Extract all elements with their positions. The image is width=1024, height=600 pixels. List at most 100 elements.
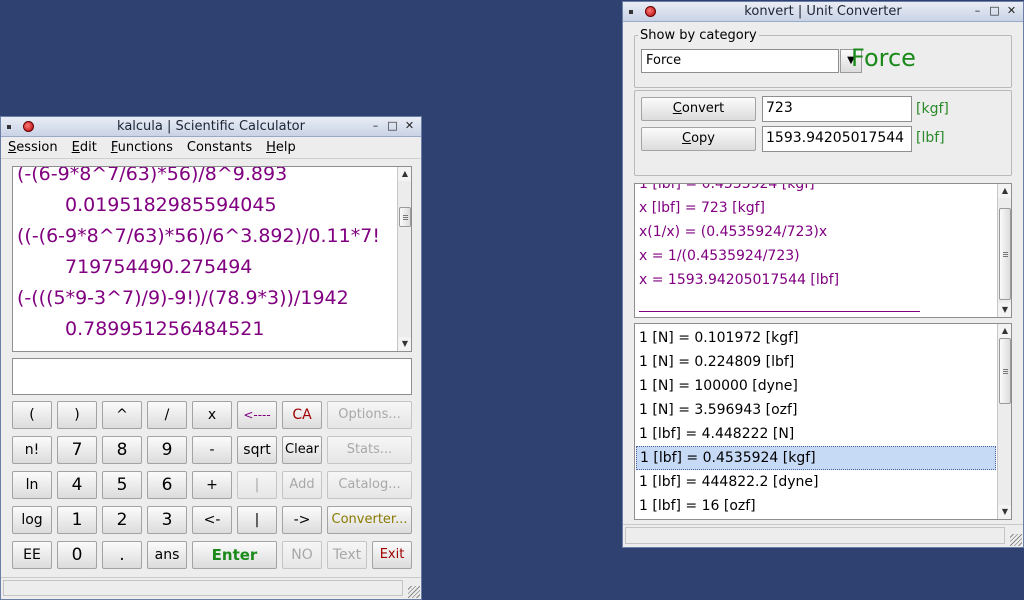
key-backspace[interactable]: <---- <box>237 401 277 429</box>
key-add[interactable]: Add <box>282 471 322 499</box>
key-8[interactable]: 8 <box>102 436 142 464</box>
scroll-down-icon[interactable]: ▼ <box>998 303 1011 317</box>
log-line: x(1/x) = (0.4535924/723)x <box>639 224 828 240</box>
conversion-list[interactable]: 1 [N] = 0.101972 [kgf] 1 [N] = 0.224809 … <box>634 323 1012 520</box>
list-item[interactable]: 1 [lbf] = 444822.2 [dyne] <box>636 470 1010 494</box>
list-scrollbar[interactable]: ▲ ▼ <box>997 324 1011 519</box>
window-menu-icon[interactable] <box>629 9 633 14</box>
key-pipe-disabled[interactable]: | <box>237 471 277 499</box>
category-select-value: Force <box>646 53 682 68</box>
resize-grip-icon[interactable] <box>408 586 420 598</box>
status-field <box>3 580 403 596</box>
window-menu-icon[interactable] <box>7 124 11 129</box>
convert-input[interactable]: 723 <box>762 96 912 122</box>
stats-button[interactable]: Stats... <box>327 436 412 464</box>
key-left-arrow[interactable]: <- <box>192 506 232 534</box>
key-9[interactable]: 9 <box>147 436 187 464</box>
calculator-titlebar[interactable]: kalcula | Scientific Calculator – □ ✕ <box>1 117 421 137</box>
scroll-down-icon[interactable]: ▼ <box>998 505 1011 519</box>
menu-edit[interactable]: Edit <box>65 140 104 155</box>
key-multiply[interactable]: x <box>192 401 232 429</box>
key-right-arrow[interactable]: -> <box>282 506 322 534</box>
scroll-thumb[interactable] <box>999 208 1011 300</box>
key-factorial[interactable]: n! <box>12 436 52 464</box>
key-open-paren[interactable]: ( <box>12 401 52 429</box>
scroll-down-icon[interactable]: ▼ <box>398 337 411 351</box>
key-6[interactable]: 6 <box>147 471 187 499</box>
close-icon[interactable]: ✕ <box>1006 5 1017 17</box>
history-line: ((-(6-9*8^7/63)*56)/6^3.892)/0.11*7! <box>17 225 380 247</box>
list-item[interactable]: 1 [N] = 3.596943 [ozf] <box>636 398 1010 422</box>
minimize-icon[interactable]: – <box>972 5 983 17</box>
key-1[interactable]: 1 <box>57 506 97 534</box>
key-clear-all[interactable]: CA <box>282 401 322 429</box>
key-sqrt[interactable]: sqrt <box>237 436 277 464</box>
key-4[interactable]: 4 <box>57 471 97 499</box>
key-0[interactable]: 0 <box>57 541 97 569</box>
history-result: 0.789951256484521 <box>65 318 265 340</box>
key-log[interactable]: log <box>12 506 52 534</box>
catalog-button[interactable]: Catalog... <box>327 471 412 499</box>
list-item-selected[interactable]: 1 [lbf] = 0.4535924 [kgf] <box>636 446 996 470</box>
maximize-icon[interactable]: □ <box>387 120 398 132</box>
converter-titlebar[interactable]: konvert | Unit Converter – □ ✕ <box>623 2 1023 22</box>
app-icon <box>645 6 656 17</box>
scroll-thumb[interactable] <box>999 338 1011 404</box>
resize-grip-icon[interactable] <box>1010 534 1022 546</box>
key-plus[interactable]: + <box>192 471 232 499</box>
list-item[interactable]: 1 [N] = 0.101972 [kgf] <box>636 326 1010 350</box>
scroll-up-icon[interactable]: ▲ <box>998 324 1011 338</box>
history-line: (-(((5*9-3^7)/9)-9!)/(78.9*3))/1942 <box>17 287 349 309</box>
scroll-up-icon[interactable]: ▲ <box>998 184 1011 198</box>
log-scrollbar[interactable]: ▲ ▼ <box>997 184 1011 317</box>
menu-functions[interactable]: Functions <box>104 140 180 155</box>
minimize-icon[interactable]: – <box>370 120 381 132</box>
history-line: (-(6-9*8^7/63)*56)/8^9.893 <box>17 166 288 185</box>
options-button[interactable]: Options... <box>327 401 412 429</box>
key-close-paren[interactable]: ) <box>57 401 97 429</box>
key-clear[interactable]: Clear <box>282 436 322 464</box>
history-scrollbar[interactable]: ▲ ▼ <box>397 167 411 351</box>
key-dot[interactable]: . <box>102 541 142 569</box>
maximize-icon[interactable]: □ <box>989 5 1000 17</box>
scroll-up-icon[interactable]: ▲ <box>398 167 411 181</box>
key-3[interactable]: 3 <box>147 506 187 534</box>
category-select[interactable]: Force ▼ <box>641 49 862 73</box>
window-title: kalcula | Scientific Calculator <box>117 119 305 134</box>
exit-button[interactable]: Exit <box>372 541 412 569</box>
key-pipe[interactable]: | <box>237 506 277 534</box>
converter-button[interactable]: Converter... <box>327 506 412 534</box>
history-result: 719754490.275494 <box>65 256 253 278</box>
expression-input[interactable] <box>12 358 412 395</box>
close-icon[interactable]: ✕ <box>404 120 415 132</box>
copy-button[interactable]: Copy <box>641 127 756 151</box>
key-text[interactable]: Text <box>327 541 367 569</box>
copy-output[interactable]: 1593.94205017544 <box>762 126 912 152</box>
history-panel[interactable]: (-(6-9*8^7/63)*56)/8^9.893 0.01951829855… <box>12 166 412 352</box>
converter-statusbar <box>623 524 1023 547</box>
key-ee[interactable]: EE <box>12 541 52 569</box>
menu-help[interactable]: Help <box>259 140 303 155</box>
key-ans[interactable]: ans <box>147 541 187 569</box>
list-item[interactable]: 1 [lbf] = 16 [ozf] <box>636 494 1010 518</box>
list-item[interactable]: 1 [N] = 0.224809 [lbf] <box>636 350 1010 374</box>
key-no[interactable]: NO <box>282 541 322 569</box>
menu-constants[interactable]: Constants <box>180 140 259 155</box>
key-ln[interactable]: ln <box>12 471 52 499</box>
history-result: 0.0195182985594045 <box>65 194 277 216</box>
menu-session[interactable]: Session <box>1 140 65 155</box>
conversion-log[interactable]: 1 [lbf] = 0.4535924 [kgf] x [lbf] = 723 … <box>634 183 1012 318</box>
convert-button[interactable]: Convert <box>641 97 756 121</box>
list-item[interactable]: 1 [N] = 100000 [dyne] <box>636 374 1010 398</box>
key-7[interactable]: 7 <box>57 436 97 464</box>
scroll-thumb[interactable] <box>399 207 411 227</box>
convert-group: Convert 723 [kgf] Copy 1593.94205017544 … <box>634 90 1012 176</box>
key-minus[interactable]: - <box>192 436 232 464</box>
list-item[interactable]: 1 [lbf] = 4.448222 [N] <box>636 422 1010 446</box>
enter-button[interactable]: Enter <box>192 541 277 569</box>
key-5[interactable]: 5 <box>102 471 142 499</box>
key-2[interactable]: 2 <box>102 506 142 534</box>
log-line: 1 [lbf] = 0.4535924 [kgf] <box>639 183 815 192</box>
key-divide[interactable]: / <box>147 401 187 429</box>
key-power[interactable]: ^ <box>102 401 142 429</box>
